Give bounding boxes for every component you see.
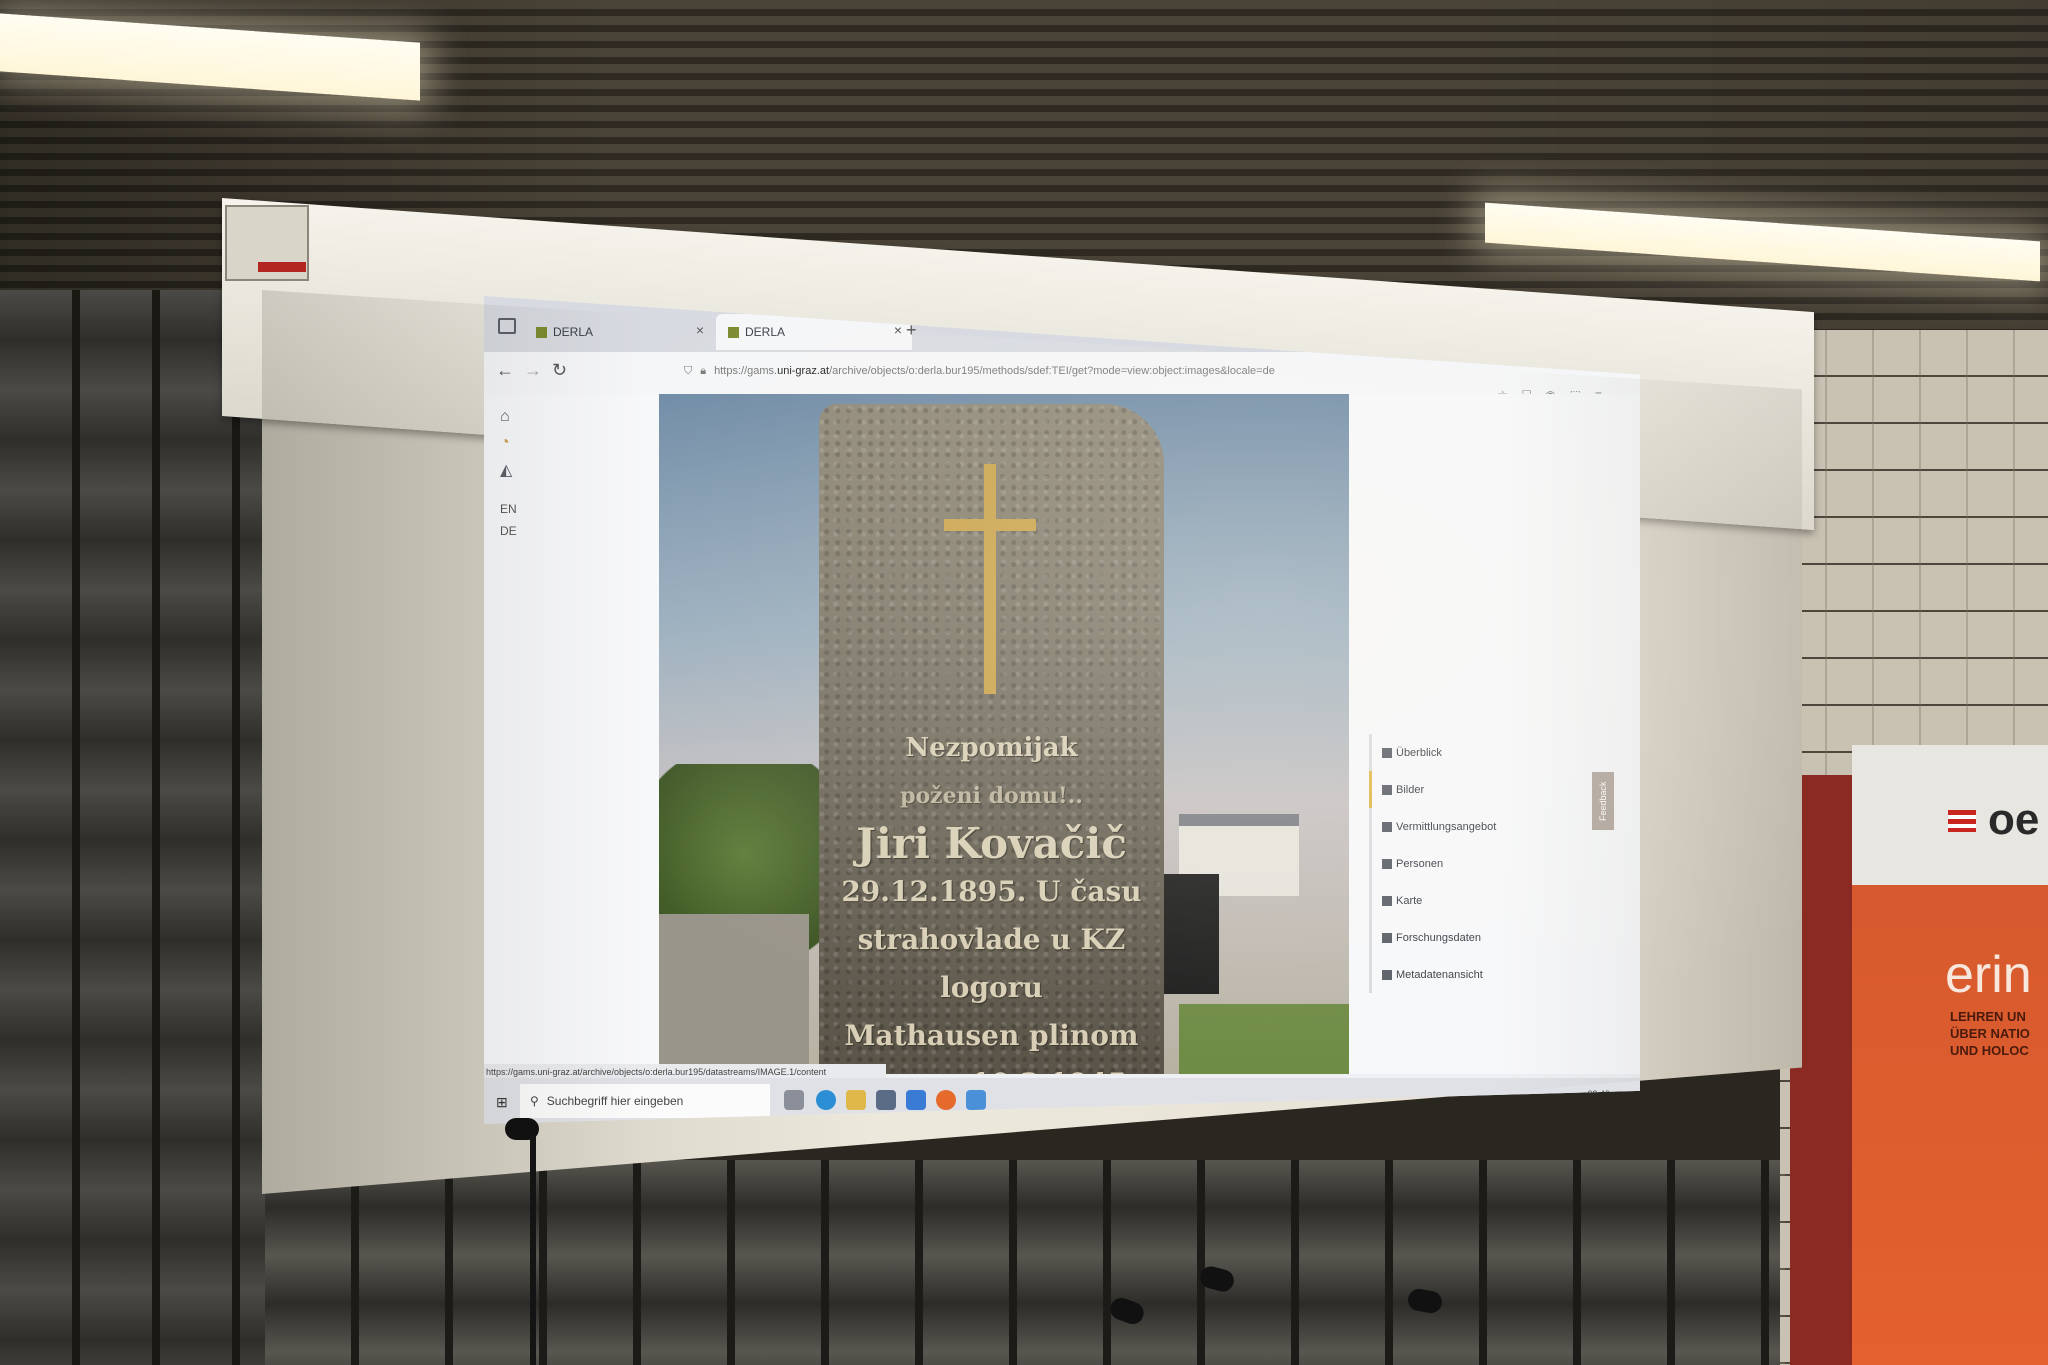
banner-line: UND HOLOC (1950, 1043, 2029, 1058)
url-host: uni-graz.at (777, 365, 830, 377)
menu-item-karte[interactable]: Karte (1369, 882, 1569, 919)
clock-date: 05.02.2024 (1564, 1101, 1610, 1111)
menu-item-bilder[interactable]: Bilder (1369, 771, 1569, 808)
edge-icon[interactable] (816, 1090, 836, 1110)
home-icon[interactable]: ⌂ (500, 408, 510, 426)
close-icon[interactable]: × (894, 322, 902, 338)
screen-label (258, 262, 306, 272)
banner-brand: oe (1988, 795, 2040, 844)
clock-time: 09:49 (1587, 1089, 1610, 1099)
derla-favicon-icon (728, 326, 739, 338)
lock-icon: 🔒︎ (700, 364, 707, 377)
menu-label: Personen (1396, 857, 1444, 870)
search-placeholder: Suchbegriff hier eingeben (546, 1094, 684, 1108)
menu-item-ueberblick[interactable]: Überblick (1369, 734, 1569, 771)
language-en[interactable]: EN (500, 502, 517, 516)
task-view-icon[interactable] (784, 1090, 804, 1110)
shield-icon: ⛉ (684, 364, 693, 377)
inscription-line: Mathausen plinom (844, 1019, 1139, 1052)
menu-label: Karte (1396, 894, 1423, 907)
glass-block-wall-lower (265, 1160, 1785, 1365)
compass-icon[interactable]: ◭ (500, 460, 512, 480)
teaching-icon (1382, 821, 1392, 832)
menu-item-vermittlungsangebot[interactable]: Vermittlungsangebot (1369, 808, 1569, 845)
projected-browser-window: DERLA × DERLA × + ⌄ – ❐ ✕ ← → ↻ ⛉ 🔒︎ htt… (484, 296, 1640, 1124)
gravestone: Nezpomijak poženi domu!.. Jiri Kovačič 2… (819, 404, 1164, 1074)
firefox-icon[interactable] (936, 1090, 956, 1110)
system-tray-clock[interactable]: 09:49 05.02.2024 (1565, 1088, 1610, 1112)
menu-label: Bilder (1396, 783, 1425, 796)
derla-favicon-icon (536, 326, 547, 338)
database-icon (1382, 932, 1392, 943)
cross-icon (984, 464, 996, 694)
object-menu: Überblick Bilder Vermittlungsangebot Per… (1369, 734, 1569, 993)
menu-label: Vermittlungsangebot (1396, 820, 1497, 833)
grid-icon (1382, 747, 1392, 758)
menu-label: Überblick (1396, 746, 1442, 759)
stone-wall (659, 914, 809, 1074)
reload-icon[interactable]: ↻ (552, 360, 567, 381)
address-bar[interactable]: ⛉ 🔒︎ https://gams. uni-graz.at /archive/… (684, 356, 1464, 386)
inscription-line: poženi domu!.. (900, 783, 1083, 809)
gravestone-inscription: Nezpomijak poženi domu!.. Jiri Kovačič 2… (819, 724, 1164, 1074)
mail-icon[interactable] (906, 1090, 926, 1110)
menu-item-forschungsdaten[interactable]: Forschungsdaten (1369, 919, 1569, 956)
menu-label: Forschungsdaten (1396, 931, 1481, 944)
tab-label: DERLA (745, 325, 786, 339)
language-de[interactable]: DE (500, 524, 517, 538)
close-icon[interactable]: × (696, 322, 704, 338)
banner-headline: erin (1945, 946, 2032, 1004)
dark-tombstone (1159, 874, 1219, 994)
glass-block-wall-left (0, 290, 265, 1365)
flag-logo-icon (1948, 810, 1976, 832)
feedback-button[interactable]: Feedback (1592, 772, 1614, 830)
tab-overview-icon[interactable] (498, 318, 516, 334)
url-prefix: https://gams. (714, 365, 778, 377)
taskbar-search-input[interactable]: ⚲ Suchbegriff hier eingeben (520, 1084, 770, 1118)
menu-item-personen[interactable]: Personen (1369, 845, 1569, 882)
back-arrow-icon[interactable]: ← (496, 360, 514, 381)
inscription-name: Jiri Kovačič (856, 819, 1127, 868)
derla-page: ⌂ ◔ ◭ EN DE Nezpomijak poženi domu!.. Ji… (484, 394, 1640, 1074)
banner-subtitle: LEHREN UN ÜBER NATIO UND HOLOC (1950, 1008, 2030, 1059)
browser-tab[interactable]: DERLA × (524, 314, 714, 350)
menu-label: Metadatenansicht (1396, 968, 1483, 981)
file-explorer-icon[interactable] (846, 1090, 866, 1110)
table-icon (1382, 969, 1392, 980)
cross-bar (944, 519, 1036, 531)
menu-item-metadatenansicht[interactable]: Metadatenansicht (1369, 956, 1569, 993)
tab-label: DERLA (553, 325, 594, 339)
inscription-line: Nezpomijak (905, 733, 1078, 763)
inscription-line: 29.12.1895. U času (841, 875, 1142, 908)
grass (1179, 1004, 1349, 1074)
store-icon[interactable] (876, 1090, 896, 1110)
url-path: /archive/objects/o:derla.bur195/methods/… (829, 365, 1275, 377)
forward-arrow-icon[interactable]: → (524, 360, 542, 381)
people-icon (1382, 858, 1392, 869)
banner-line: ÜBER NATIO (1950, 1026, 2030, 1041)
search-icon: ⚲ (530, 1094, 539, 1108)
microphone-stand (530, 1135, 536, 1365)
photos-icon[interactable] (966, 1090, 986, 1110)
gravestone-photo: Nezpomijak poženi domu!.. Jiri Kovačič 2… (659, 394, 1349, 1074)
map-icon (1382, 895, 1392, 906)
images-icon (1382, 784, 1392, 795)
banner-line: LEHREN UN (1950, 1009, 2026, 1024)
pie-chart-icon[interactable]: ◔ (500, 434, 510, 452)
inscription-line: strahovlade u KZ logoru (857, 923, 1126, 1004)
windows-start-icon[interactable]: ⊞ (496, 1094, 508, 1111)
